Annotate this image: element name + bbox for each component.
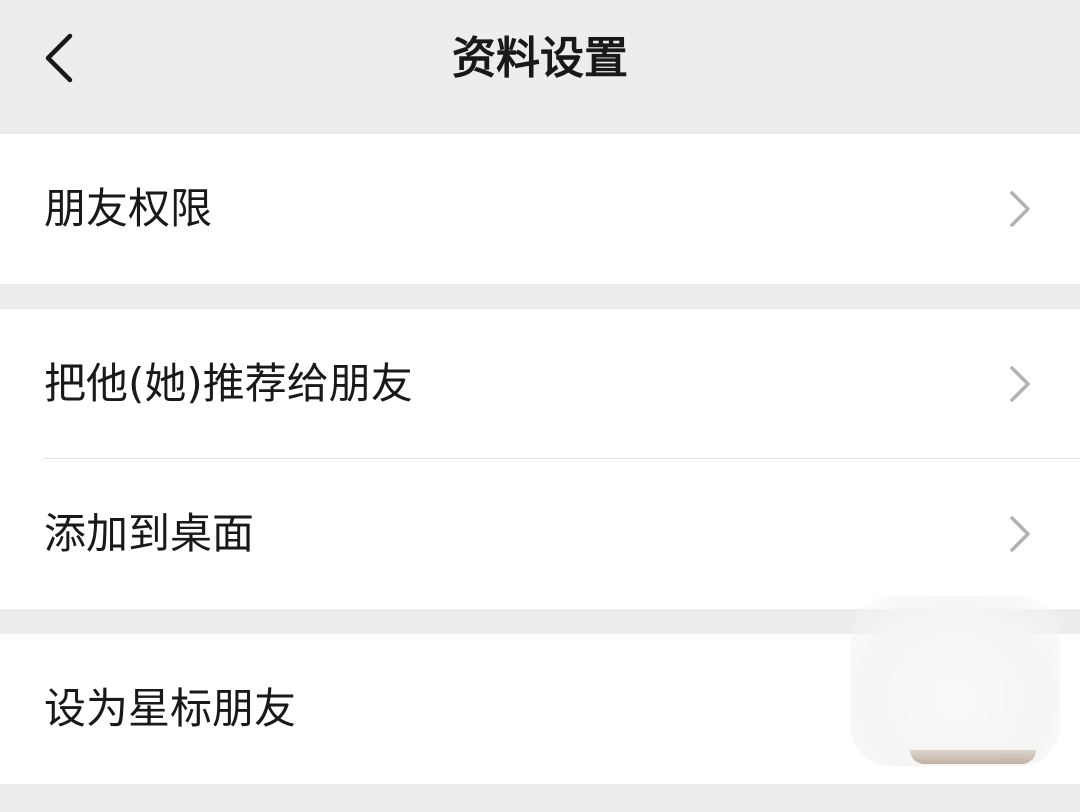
chevron-right-icon <box>1008 189 1032 229</box>
settings-group-permissions: 朋友权限 <box>0 134 1080 284</box>
row-recommend-to-friends[interactable]: 把他(她)推荐给朋友 <box>0 309 1080 459</box>
settings-group-share: 把他(她)推荐给朋友 添加到桌面 <box>0 309 1080 609</box>
decorative-mark <box>910 750 1036 764</box>
row-label: 把他(她)推荐给朋友 <box>44 359 413 408</box>
chevron-right-icon <box>1008 514 1032 554</box>
row-label: 设为星标朋友 <box>44 684 297 733</box>
page-title: 资料设置 <box>452 33 628 84</box>
top-divider <box>0 132 1080 133</box>
navigation-bar: 资料设置 <box>0 0 1080 122</box>
row-star-friend[interactable]: 设为星标朋友 <box>0 596 1080 784</box>
chevron-right-icon <box>1008 364 1032 404</box>
decorative-overlay <box>850 596 1060 766</box>
row-add-to-desktop[interactable]: 添加到桌面 <box>0 459 1080 609</box>
row-friend-permissions[interactable]: 朋友权限 <box>0 134 1080 284</box>
settings-group-star: 设为星标朋友 <box>0 596 1080 784</box>
row-label: 添加到桌面 <box>44 509 255 558</box>
row-label: 朋友权限 <box>44 184 213 233</box>
